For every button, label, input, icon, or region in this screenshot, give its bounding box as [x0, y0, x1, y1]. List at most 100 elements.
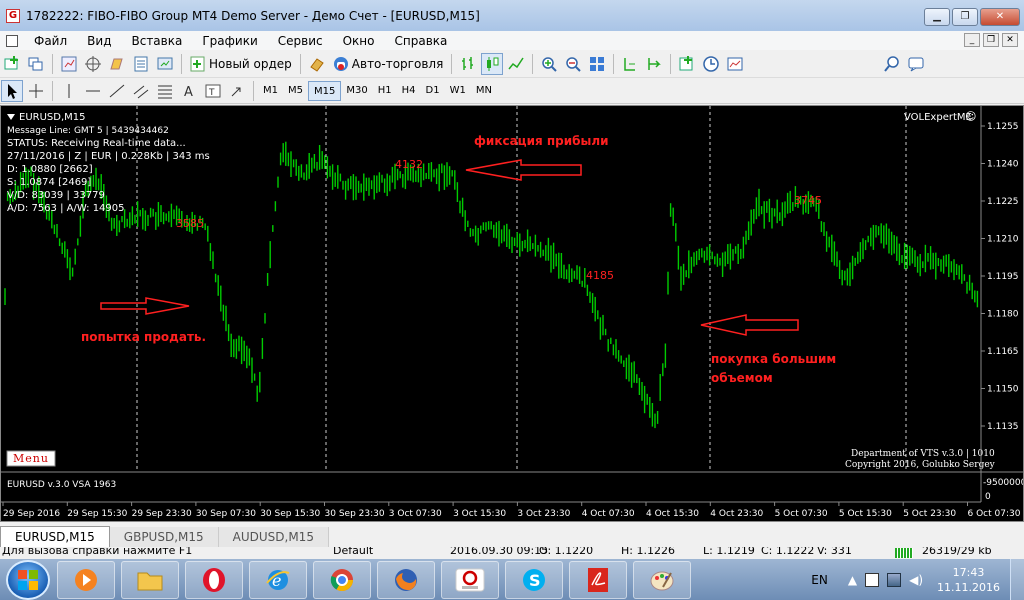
- tab-audusd[interactable]: AUDUSD,M15: [218, 527, 329, 547]
- tester-icon[interactable]: [154, 53, 176, 75]
- tray-network-icon[interactable]: [887, 572, 902, 587]
- navigator-icon[interactable]: [106, 53, 128, 75]
- indicator-label: EURUSD v.3.0 VSA 1963: [7, 480, 116, 490]
- chart-symbol-header: EURUSD,M15: [19, 112, 85, 123]
- menu-tools[interactable]: Сервис: [268, 34, 333, 48]
- start-button[interactable]: [6, 559, 50, 600]
- time-tick-label: 3 Oct 15:30: [453, 509, 506, 519]
- crosshair-icon[interactable]: [82, 53, 104, 75]
- menu-button[interactable]: Menu: [6, 450, 56, 467]
- text-label-icon[interactable]: T: [202, 80, 224, 102]
- tray-volume-icon[interactable]: ◀): [909, 573, 923, 587]
- expert-smiley-icon: ☺: [965, 110, 976, 123]
- show-desktop-button[interactable]: [1010, 559, 1024, 600]
- new-order-button[interactable]: Новый ордер: [186, 53, 296, 75]
- skype-icon: S: [523, 568, 545, 591]
- autoscroll-icon[interactable]: [643, 53, 665, 75]
- timeframe-d1[interactable]: D1: [421, 81, 445, 101]
- timeframe-m30[interactable]: M30: [341, 81, 372, 101]
- chart-window[interactable]: EURUSD,M15 VOLExpertME ☺ Message Line: G…: [0, 105, 1024, 522]
- time-tick-label: 5 Oct 15:30: [839, 509, 892, 519]
- timeframe-m5[interactable]: M5: [283, 81, 308, 101]
- taskbar-firefox[interactable]: [377, 560, 435, 599]
- info-line: A/D: 7563 | A/W: 14905: [7, 203, 125, 214]
- time-tick-label: 30 Sep 07:30: [196, 509, 256, 519]
- taskbar-paint[interactable]: [633, 560, 691, 599]
- menu-window[interactable]: Окно: [333, 34, 385, 48]
- autotrading-button[interactable]: Авто-торговля: [329, 53, 448, 75]
- bar-chart-icon[interactable]: [457, 53, 479, 75]
- text-tool-icon[interactable]: A: [178, 80, 200, 102]
- timeframe-h4[interactable]: H4: [397, 81, 421, 101]
- zoom-in-icon[interactable]: [538, 53, 560, 75]
- tab-gbpusd[interactable]: GBPUSD,M15: [109, 527, 219, 547]
- minimize-button[interactable]: ▁: [924, 8, 950, 26]
- vertical-line-icon[interactable]: [58, 80, 80, 102]
- time-tick-label: 30 Sep 15:30: [260, 509, 320, 519]
- taskbar-acrobat[interactable]: [569, 560, 627, 599]
- time-tick-label: 3 Oct 23:30: [517, 509, 570, 519]
- timeframe-mn[interactable]: MN: [471, 81, 497, 101]
- mdi-close-button[interactable]: ✕: [1002, 33, 1018, 47]
- tray-expand-icon[interactable]: ▲: [848, 573, 857, 587]
- chat-icon[interactable]: [905, 53, 927, 75]
- language-indicator[interactable]: EN: [811, 573, 828, 587]
- toolbar-separator: [613, 54, 615, 74]
- taskbar-internet-explorer[interactable]: e: [249, 560, 307, 599]
- market-watch-icon[interactable]: [58, 53, 80, 75]
- toolbar-separator: [532, 54, 534, 74]
- crosshair-tool-icon[interactable]: [25, 80, 47, 102]
- menu-view[interactable]: Вид: [77, 34, 121, 48]
- taskbar-skype[interactable]: S: [505, 560, 563, 599]
- line-chart-icon[interactable]: [505, 53, 527, 75]
- timeframe-m15[interactable]: M15: [308, 81, 342, 101]
- menu-bar: Файл Вид Вставка Графики Сервис Окно Спр…: [0, 31, 1024, 50]
- status-volume: V: 331: [817, 547, 852, 557]
- search-icon[interactable]: [881, 53, 903, 75]
- candlestick-icon[interactable]: [481, 53, 504, 75]
- timeframe-w1[interactable]: W1: [445, 81, 471, 101]
- menu-file[interactable]: Файл: [24, 34, 77, 48]
- metaeditor-icon[interactable]: [306, 53, 328, 75]
- taskbar-media-player[interactable]: [57, 560, 115, 599]
- chart-shift-icon[interactable]: [619, 53, 641, 75]
- indicators-icon[interactable]: [676, 53, 698, 75]
- templates-icon[interactable]: [724, 53, 746, 75]
- status-profile[interactable]: Default: [333, 547, 373, 557]
- terminal-icon[interactable]: [130, 53, 152, 75]
- document-icon[interactable]: [6, 34, 18, 47]
- taskbar-fibo-group[interactable]: [441, 560, 499, 599]
- mdi-restore-button[interactable]: ❐: [983, 33, 999, 47]
- taskbar-opera[interactable]: [185, 560, 243, 599]
- taskbar-chrome[interactable]: [313, 560, 371, 599]
- taskbar-clock[interactable]: 17:43 11.11.2016: [937, 565, 1000, 595]
- mdi-minimize-button[interactable]: _: [964, 33, 980, 47]
- timeframe-m1[interactable]: M1: [258, 81, 283, 101]
- price-tick-label: 1.1210: [987, 235, 1019, 245]
- trend-line-icon[interactable]: [106, 80, 128, 102]
- fibonacci-icon[interactable]: [154, 80, 176, 102]
- equidistant-channel-icon[interactable]: [130, 80, 152, 102]
- menu-help[interactable]: Справка: [385, 34, 458, 48]
- periods-icon[interactable]: [700, 53, 722, 75]
- tab-eurusd[interactable]: EURUSD,M15: [0, 526, 110, 547]
- taskbar-file-explorer[interactable]: [121, 560, 179, 599]
- zoom-out-icon[interactable]: [562, 53, 584, 75]
- status-help: Для вызова справки нажмите F1: [2, 547, 193, 557]
- timeframe-h1[interactable]: H1: [373, 81, 397, 101]
- horizontal-line-icon[interactable]: [82, 80, 104, 102]
- menu-charts[interactable]: Графики: [192, 34, 267, 48]
- maximize-button[interactable]: ❐: [952, 8, 978, 26]
- status-open: O: 1.1220: [539, 547, 594, 557]
- new-chart-icon[interactable]: [1, 53, 23, 75]
- menu-insert[interactable]: Вставка: [121, 34, 192, 48]
- tray-flag-icon[interactable]: [865, 572, 880, 587]
- price-chart[interactable]: EURUSD,M15 VOLExpertME ☺ Message Line: G…: [1, 106, 1023, 521]
- connection-bars-icon[interactable]: [895, 548, 913, 558]
- tile-windows-icon[interactable]: [586, 53, 608, 75]
- close-button[interactable]: ✕: [980, 8, 1020, 26]
- profiles-icon[interactable]: [25, 53, 47, 75]
- arrows-icon[interactable]: [226, 80, 248, 102]
- cursor-icon[interactable]: [1, 80, 23, 102]
- footer-line: Copyright 2016, Golubko Sergey: [845, 460, 996, 470]
